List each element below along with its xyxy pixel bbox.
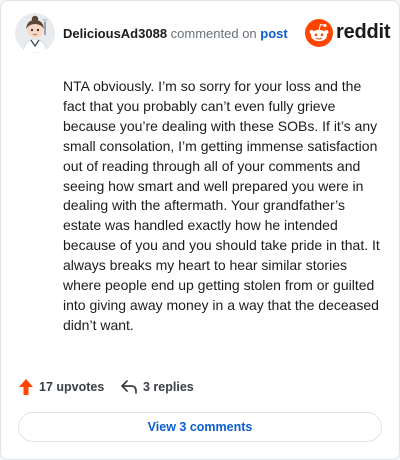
comment-body: NTA obviously. I’m so sorry for your los…	[63, 78, 380, 333]
view-comments-label: View 3 comments	[147, 420, 253, 434]
reply-count: 3 replies	[143, 380, 194, 394]
view-comments-button[interactable]: View 3 comments	[18, 412, 382, 442]
comment-actions: 17 upvotes 3 replies	[19, 376, 379, 398]
post-link[interactable]: post	[260, 26, 287, 41]
upvote-count: 17 upvotes	[39, 380, 105, 394]
reply-arrow-icon	[121, 380, 137, 394]
user-avatar[interactable]	[15, 13, 55, 53]
comment-byline: DeliciousAd3088 commented on post	[63, 26, 288, 41]
replies-button[interactable]: 3 replies	[121, 376, 194, 398]
author-username[interactable]: DeliciousAd3088	[63, 26, 167, 41]
avatar-illustration-icon	[15, 13, 55, 53]
reddit-wordmark: reddit	[336, 21, 391, 43]
byline-action-text: commented on	[170, 26, 257, 41]
comment-card: DeliciousAd3088 commented on post reddit…	[0, 0, 400, 460]
upvote-arrow-icon	[19, 379, 33, 395]
reddit-snoo-icon	[305, 19, 333, 47]
comment-header: DeliciousAd3088 commented on post reddit	[15, 13, 391, 55]
upvote-button[interactable]: 17 upvotes	[19, 376, 104, 398]
reddit-logo[interactable]: reddit	[305, 19, 391, 49]
